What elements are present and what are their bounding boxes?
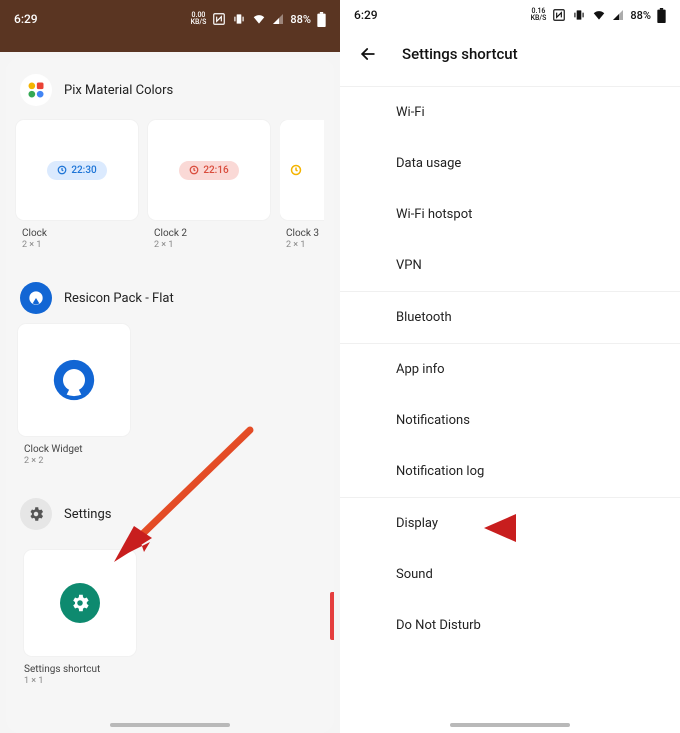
battery-text: 88% (630, 9, 651, 22)
widget-card-clock2[interactable]: 22:16 Clock 2 2 × 1 (148, 120, 270, 250)
pix-row: 22:30 Clock 2 × 1 22:16 Clock 2 2 × 1 (12, 120, 328, 250)
status-icons: 88% (552, 8, 666, 23)
widget-size: 2 × 1 (286, 240, 322, 250)
signal-icon (612, 9, 624, 21)
statusbar-wrap: 6:29 0.00KB/S 88% (0, 0, 340, 52)
nfc-icon (552, 8, 566, 22)
statusbar-left: 6:29 0.00KB/S 88% (0, 4, 340, 34)
list-item[interactable]: Do Not Disturb (340, 600, 680, 651)
list-item[interactable]: Bluetooth (340, 292, 680, 343)
widget-picker-panel[interactable]: Pix Material Colors 22:30 Clock 2 × 1 22… (6, 58, 334, 733)
widget-card-clock-widget[interactable]: Clock Widget 2 × 2 (18, 324, 322, 466)
network-rate: 0.16KB/S (531, 8, 547, 22)
clock: 6:29 (354, 8, 378, 22)
appbar: Settings shortcut (340, 30, 680, 86)
clock: 6:29 (14, 12, 38, 26)
section-title: Settings (64, 507, 111, 522)
widget-name: Clock Widget (24, 444, 320, 455)
list-item[interactable]: App info (340, 344, 680, 395)
status-icons: 88% (212, 12, 326, 27)
phone-right: 6:29 0.16KB/S 88% Settings shortcut Wi-F… (340, 0, 680, 733)
wifi-icon (592, 9, 606, 21)
widget-name: Settings shortcut (24, 664, 320, 675)
nfc-icon (212, 12, 226, 26)
signal-icon (272, 13, 284, 25)
section-title: Resicon Pack - Flat (64, 291, 174, 306)
section-resicon[interactable]: Resicon Pack - Flat (12, 272, 328, 324)
scroll-accent (330, 592, 334, 640)
home-indicator[interactable] (110, 723, 230, 727)
list-item[interactable]: Wi-Fi hotspot (340, 189, 680, 240)
list-item[interactable]: Notification log (340, 446, 680, 497)
widget-size: 2 × 2 (24, 456, 320, 466)
battery-text: 88% (290, 13, 311, 26)
section-pix[interactable]: Pix Material Colors (12, 64, 328, 116)
battery-icon (317, 12, 326, 27)
resicon-icon (20, 282, 52, 314)
list-item[interactable]: VPN (340, 240, 680, 291)
page-title: Settings shortcut (402, 45, 518, 63)
settings-list[interactable]: Wi-FiData usageWi-Fi hotspotVPNBluetooth… (340, 87, 680, 651)
section-title: Pix Material Colors (64, 83, 173, 98)
section-settings[interactable]: Settings (12, 488, 328, 540)
clock-icon (290, 164, 302, 176)
widget-card-clock3[interactable]: Clock 3 2 × 1 (280, 120, 324, 250)
widget-name: Clock 3 (286, 228, 322, 239)
list-item[interactable]: Data usage (340, 138, 680, 189)
widget-size: 2 × 1 (22, 240, 136, 250)
settings-icon (20, 498, 52, 530)
clock-pill-red: 22:16 (179, 161, 238, 180)
network-rate: 0.00KB/S (191, 12, 207, 26)
widget-size: 1 × 1 (24, 676, 320, 686)
back-icon[interactable] (358, 44, 378, 64)
resicon-clock-icon (52, 358, 96, 402)
list-item[interactable]: Notifications (340, 395, 680, 446)
list-item[interactable]: Wi-Fi (340, 87, 680, 138)
settings-gear-badge (60, 583, 100, 623)
list-item[interactable]: Display (340, 498, 680, 549)
list-item[interactable]: Sound (340, 549, 680, 600)
statusbar-right: 6:29 0.16KB/S 88% (340, 0, 680, 30)
vibrate-icon (572, 8, 586, 22)
pix-icon (20, 74, 52, 106)
wifi-icon (252, 13, 266, 25)
widget-name: Clock (22, 228, 136, 239)
resicon-row: Clock Widget 2 × 2 (12, 324, 328, 466)
home-indicator[interactable] (450, 723, 570, 727)
settings-row: Settings shortcut 1 × 1 (12, 550, 328, 686)
widget-name: Clock 2 (154, 228, 268, 239)
clock-pill-blue: 22:30 (47, 161, 106, 180)
phone-left: 6:29 0.00KB/S 88% Pix Material Colors (0, 0, 340, 733)
widget-card-settings-shortcut[interactable]: Settings shortcut 1 × 1 (18, 550, 322, 686)
battery-icon (657, 8, 666, 23)
vibrate-icon (232, 12, 246, 26)
widget-card-clock[interactable]: 22:30 Clock 2 × 1 (16, 120, 138, 250)
widget-size: 2 × 1 (154, 240, 268, 250)
